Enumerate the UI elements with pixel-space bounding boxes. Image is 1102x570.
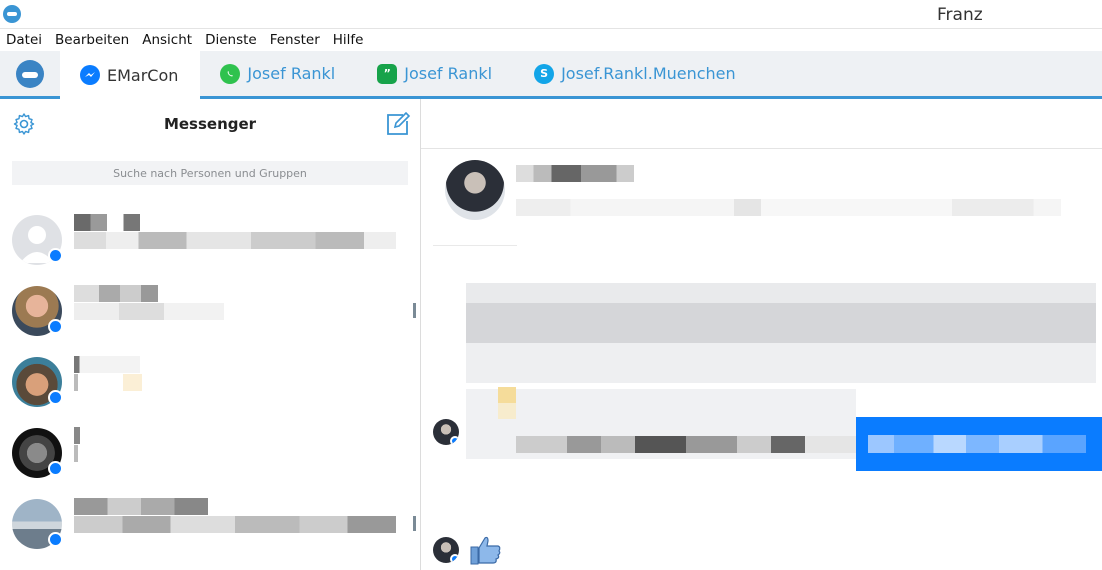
scrollbar-indicator[interactable]	[413, 303, 416, 318]
messenger-badge-icon	[450, 554, 459, 563]
hangouts-icon: ”	[377, 63, 398, 84]
whatsapp-icon	[220, 63, 241, 84]
contact-profile-photo	[445, 160, 505, 220]
thumbs-up-like-icon	[470, 536, 501, 565]
redacted-name	[74, 285, 158, 302]
messenger-workspace: Messenger	[0, 99, 1102, 570]
home-button[interactable]	[0, 51, 60, 96]
conversation-list-item[interactable]	[0, 204, 420, 275]
menu-bar: Datei Bearbeiten Ansicht Dienste Fenster…	[0, 29, 1102, 51]
menu-fenster[interactable]: Fenster	[270, 32, 320, 48]
service-tab-bar: EMarCon Josef Rankl ” Josef Rankl S Jose…	[0, 51, 1102, 99]
tab-messenger-emarcon[interactable]: EMarCon	[60, 51, 201, 99]
messenger-badge-icon	[48, 461, 63, 476]
sidebar-title: Messenger	[163, 115, 257, 133]
menu-dienste[interactable]: Dienste	[205, 32, 257, 48]
redacted-sent-text	[868, 435, 1086, 453]
redacted-contact-info	[516, 199, 1061, 216]
sent-message-bubble	[856, 417, 1102, 471]
redacted-name	[74, 356, 140, 373]
messenger-badge-icon	[48, 248, 63, 263]
conversation-list-item[interactable]	[0, 275, 420, 346]
messenger-badge-icon	[48, 390, 63, 405]
redacted-name	[74, 427, 80, 444]
settings-gear-icon[interactable]	[12, 112, 36, 136]
menu-ansicht[interactable]: Ansicht	[142, 32, 192, 48]
tab-label: EMarCon	[107, 65, 179, 85]
conversation-list-item[interactable]	[0, 417, 420, 488]
people-group-search-input[interactable]	[12, 161, 408, 185]
scrollbar-indicator[interactable]	[413, 516, 416, 531]
emoji-placeholder	[498, 387, 516, 419]
redacted-snippet	[74, 232, 396, 249]
conversation-list-item[interactable]	[0, 346, 420, 417]
tab-skype-josef-rankl-muenchen[interactable]: S Josef.Rankl.Muenchen	[514, 51, 758, 96]
redacted-snippet	[74, 516, 396, 533]
tab-whatsapp-josef-rankl[interactable]: Josef Rankl	[200, 51, 357, 96]
franz-app-icon	[3, 5, 21, 23]
conversation-header	[421, 99, 1102, 149]
redacted-message-text	[516, 436, 856, 453]
redacted-contact-name	[516, 165, 634, 182]
conversation-panel	[421, 99, 1102, 570]
messenger-badge-icon	[48, 532, 63, 547]
received-message-bubble	[466, 283, 1096, 383]
messenger-badge-icon	[450, 436, 459, 445]
sender-avatar	[433, 419, 459, 445]
window-title: Franz	[937, 5, 983, 25]
skype-icon: S	[534, 63, 555, 84]
redacted-name	[74, 214, 140, 231]
title-bar: Franz	[0, 0, 1102, 29]
menu-hilfe[interactable]: Hilfe	[333, 32, 364, 48]
profile-divider	[433, 245, 517, 246]
sidebar-header: Messenger	[0, 99, 420, 149]
conversation-list-item[interactable]	[0, 488, 420, 559]
redacted-snippet	[74, 374, 142, 391]
franz-logo-icon	[16, 59, 44, 88]
menu-datei[interactable]: Datei	[6, 32, 42, 48]
redacted-snippet	[74, 303, 224, 320]
redacted-name	[74, 498, 208, 515]
sender-avatar	[433, 537, 459, 563]
tab-label: Josef Rankl	[404, 64, 493, 83]
compose-new-message-icon[interactable]	[385, 111, 411, 137]
redacted-snippet	[74, 445, 78, 462]
tab-label: Josef Rankl	[247, 64, 336, 83]
tab-label: Josef.Rankl.Muenchen	[561, 64, 736, 83]
messenger-icon	[80, 65, 100, 85]
conversation-list	[0, 204, 420, 559]
conversation-sidebar: Messenger	[0, 99, 421, 570]
tab-hangouts-josef-rankl[interactable]: ” Josef Rankl	[357, 51, 514, 96]
messenger-badge-icon	[48, 319, 63, 334]
menu-bearbeiten[interactable]: Bearbeiten	[55, 32, 129, 48]
